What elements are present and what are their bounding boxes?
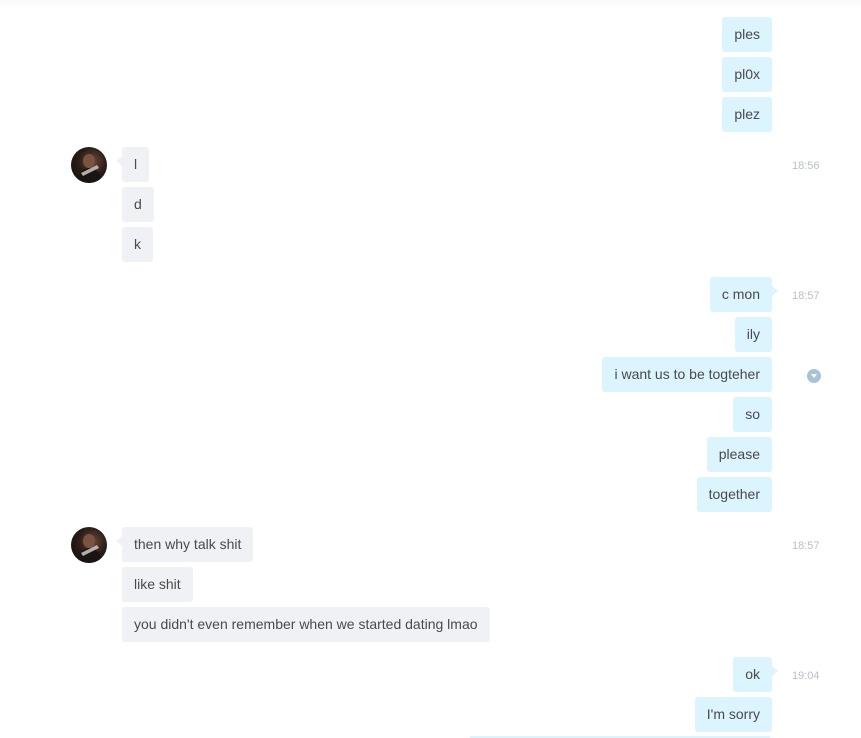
message-timestamp: 18:57 — [792, 540, 820, 552]
message-incoming[interactable]: k — [122, 227, 153, 262]
message-outgoing[interactable]: i want us to be togteher — [602, 357, 772, 392]
message-outgoing[interactable]: ok — [733, 657, 778, 692]
contact-avatar[interactable] — [71, 147, 107, 183]
message-outgoing[interactable]: I'm sorry — [694, 697, 772, 732]
scroll-fade — [0, 0, 861, 8]
message-timestamp: 18:57 — [792, 290, 820, 302]
chat-conversation: ples pl0x plez l d k 18:56 c mon 18:57 i… — [0, 0, 861, 738]
message-timestamp: 18:56 — [792, 160, 820, 172]
message-outgoing[interactable]: plez — [722, 97, 772, 132]
message-outgoing[interactable]: ples — [722, 17, 772, 52]
message-incoming[interactable]: like shit — [122, 567, 193, 602]
message-timestamp: 19:04 — [792, 670, 820, 682]
contact-avatar[interactable] — [71, 527, 107, 563]
message-outgoing[interactable]: pl0x — [722, 57, 772, 92]
message-incoming[interactable]: d — [122, 187, 154, 222]
message-incoming[interactable]: you didn't even remember when we started… — [122, 607, 490, 642]
message-outgoing[interactable]: so — [733, 397, 772, 432]
message-outgoing[interactable]: together — [696, 477, 772, 512]
message-incoming[interactable]: l — [115, 147, 150, 182]
message-outgoing[interactable]: please — [706, 437, 772, 472]
message-options-icon[interactable] — [807, 369, 821, 383]
message-outgoing[interactable]: c mon — [709, 277, 779, 312]
message-outgoing[interactable]: ily — [734, 317, 772, 352]
message-incoming[interactable]: then why talk shit — [115, 527, 254, 562]
